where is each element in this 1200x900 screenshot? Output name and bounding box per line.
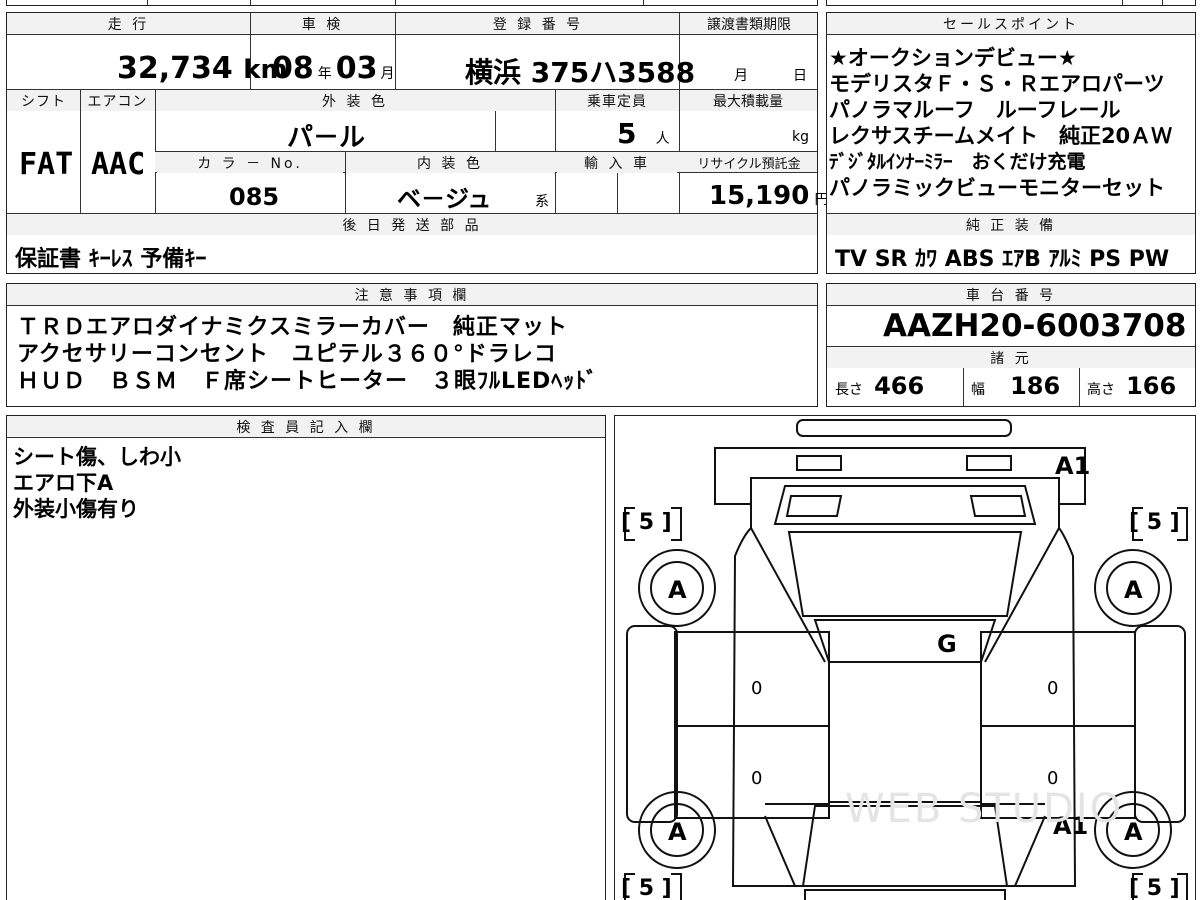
mark-wheel-rl: A xyxy=(668,818,687,846)
capacity-unit: 人 xyxy=(655,131,670,147)
vehicle-info-box: 走 行 車 検 登 録 番 号 譲渡書類期限 32,734 km 08 年 03 月 … xyxy=(6,12,828,274)
selling-point-line: ﾃﾞｼﾞﾀﾙｲﾝﾅｰﾐﾗｰ おくだけ充電 xyxy=(829,151,1086,173)
chassis-box: 車 台 番 号 AAZH20-6003708 諸 元 長さ 466 幅 186 … xyxy=(826,283,1196,407)
notes-label: 注 意 事 項 欄 xyxy=(7,285,817,305)
front-grille xyxy=(714,447,1086,505)
inspector-box: 検 査 員 記 入 欄 シート傷、しわ小 エアロ下A 外装小傷有り xyxy=(6,415,606,900)
capacity-label: 乗車定員 xyxy=(555,91,679,111)
later-parts-label: 後 日 発 送 部 品 xyxy=(7,215,817,235)
aircon-label: エアコン xyxy=(80,91,155,111)
selling-points-box: セールスポイント ★オークションデビュー★ モデリスタＦ・Ｓ・Ｒエアロパーツ パ… xyxy=(826,12,1196,274)
mark-door-l1: 0 xyxy=(751,678,763,699)
selling-points-label: セールスポイント xyxy=(827,14,1195,34)
length-value: 466 xyxy=(874,372,925,400)
selling-point-line: ★オークションデビュー★ xyxy=(829,46,1077,70)
mark-tire-rl: [ 5 ] xyxy=(621,876,672,900)
max-load-unit: kg xyxy=(792,129,809,145)
inspector-label: 検 査 員 記 入 欄 xyxy=(7,417,605,437)
capacity-value: 5 xyxy=(617,117,637,150)
notes-box: 注 意 事 項 欄 ＴＲＤエアロダイナミクスミラーカバー 純正マット アクセサリ… xyxy=(6,283,818,407)
height-value: 166 xyxy=(1126,372,1177,400)
interior-color-value: ベ－ジュ xyxy=(397,185,492,213)
inspection-label: 車 検 xyxy=(250,14,395,34)
mark-door-l2: 0 xyxy=(751,768,763,789)
mark-tire-fr: [ 5 ] xyxy=(1129,510,1180,535)
note-line: ＴＲＤエアロダイナミクスミラーカバー 純正マット xyxy=(17,315,568,340)
exterior-color-label: 外 装 色 xyxy=(155,91,555,111)
specs-label: 諸 元 xyxy=(827,348,1195,368)
hood xyxy=(773,485,1037,525)
recycle-fee-value: 15,190 xyxy=(709,181,810,211)
width-value: 186 xyxy=(1010,372,1061,400)
transfer-day-unit: 日 xyxy=(793,68,807,84)
mark-roof: G xyxy=(937,630,957,658)
mileage-value: 32,734 xyxy=(117,51,233,86)
top-strip xyxy=(6,0,818,6)
inspector-line: 外装小傷有り xyxy=(13,497,139,521)
roof xyxy=(813,619,997,663)
selling-point-line: パノラマルーフ ルーフレール xyxy=(829,98,1121,122)
car-diagram-box: A1 A1 G A A A A [ 5 ] [ 5 ] [ 5 ] [ 5 ] … xyxy=(614,415,1196,900)
inspection-month-unit: 月 xyxy=(380,66,395,82)
mark-wheel-fr: A xyxy=(1124,576,1143,604)
interior-color-label: 内 装 色 xyxy=(345,153,555,173)
import-label: 輸 入 車 xyxy=(557,153,677,173)
chassis-label: 車 台 番 号 xyxy=(827,285,1195,305)
selling-point-line: レクサスチームメイト 純正20ＡＷ xyxy=(829,124,1173,148)
mark-wheel-fl: A xyxy=(668,576,687,604)
inspector-line: エアロ下A xyxy=(13,471,114,495)
equipment-value: TV SR ｶﾜ ABS ｴｱB ｱﾙﾐ PS PW xyxy=(835,247,1170,272)
mark-wheel-rr: A xyxy=(1124,818,1143,846)
mark-front-right: A1 xyxy=(1055,452,1091,480)
color-no-value: 085 xyxy=(229,183,280,211)
top-strip-right xyxy=(826,0,1196,6)
inspection-month: 03 xyxy=(335,51,378,86)
exterior-color-value: パ－ル xyxy=(287,123,366,153)
transfer-label: 譲渡書類期限 xyxy=(681,14,817,34)
aircon-value: AAC xyxy=(91,147,146,182)
interior-suffix: 系 xyxy=(535,194,549,210)
mark-tire-fl: [ 5 ] xyxy=(621,510,672,535)
registration-value: 横浜 375ハ3588 xyxy=(465,56,696,89)
note-line: アクセサリーコンセント ユピテル３６０°ドラレコ xyxy=(17,342,557,367)
transfer-month-unit: 月 xyxy=(734,68,748,84)
mark-tire-rr: [ 5 ] xyxy=(1129,876,1180,900)
max-load-label: 最大積載量 xyxy=(679,91,817,111)
inspection-year-unit: 年 xyxy=(317,66,332,82)
color-no-label: カ ラ － No. xyxy=(157,153,343,173)
shift-value: FAT xyxy=(19,147,74,182)
length-label: 長さ xyxy=(835,382,863,398)
chassis-number: AAZH20-6003708 xyxy=(883,308,1187,344)
selling-point-line: モデリスタＦ・Ｓ・Ｒエアロパーツ xyxy=(829,72,1165,96)
inspection-year: 08 xyxy=(272,51,314,86)
height-label: 高さ xyxy=(1087,382,1115,398)
windshield xyxy=(787,531,1023,617)
note-line: ＨＵＤ ＢＳＭ Ｆ席シートヒーター ３眼ﾌﾙLEDﾍｯﾄﾞ xyxy=(17,369,599,394)
recycle-label: リサイクル預託金 xyxy=(681,153,817,172)
front-bumper xyxy=(796,419,1012,437)
shift-label: シフト xyxy=(7,91,80,111)
width-label: 幅 xyxy=(971,382,985,398)
mileage-label: 走 行 xyxy=(7,14,250,34)
inspector-line: シート傷、しわ小 xyxy=(13,445,181,469)
mark-door-r1: 0 xyxy=(1047,678,1059,699)
equipment-label: 純 正 装 備 xyxy=(827,215,1195,235)
registration-label: 登 録 番 号 xyxy=(395,14,681,34)
later-parts-value: 保証書 ｷｰﾚｽ 予備ｷｰ xyxy=(15,247,207,272)
watermark: WEB STUDIO xyxy=(845,786,1124,832)
selling-point-line: パノラミックビューモニターセット xyxy=(829,176,1165,200)
